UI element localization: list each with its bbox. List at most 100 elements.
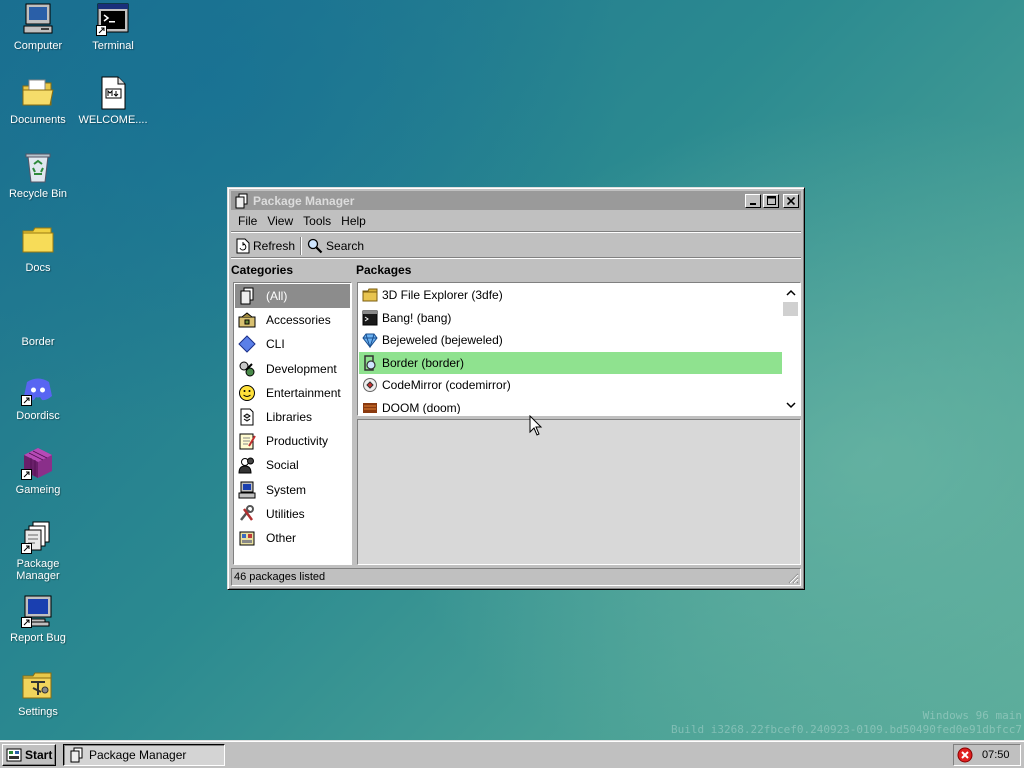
package-item-3dfe[interactable]: 3D File Explorer (3dfe) (359, 284, 782, 307)
all-icon (240, 287, 254, 305)
category-item-accessories[interactable]: Accessories (235, 308, 350, 332)
taskbar-item-package-manager[interactable]: Package Manager (63, 744, 225, 766)
desktop-icon-border[interactable]: Border (0, 298, 76, 348)
minimize-button[interactable] (745, 193, 761, 208)
utilities-icon (240, 504, 254, 521)
terminal-icon (96, 2, 130, 36)
package-label: Bejeweled (bejeweled) (382, 333, 503, 348)
package-item-bang[interactable]: Bang! (bang) (359, 307, 782, 330)
maximize-button[interactable] (763, 193, 779, 208)
package-item-doom[interactable]: DOOM (doom) (359, 397, 782, 414)
build-watermark: Windows 96 main Build i3268.22fbcef0.240… (671, 709, 1022, 737)
monitor-icon (21, 594, 55, 628)
start-button[interactable]: Start (2, 744, 56, 766)
close-icon (787, 196, 795, 205)
menu-view[interactable]: View (262, 214, 298, 228)
category-item-entertainment[interactable]: Entertainment (235, 381, 350, 405)
discord-icon (21, 372, 55, 406)
package-label: CodeMirror (codemirror) (382, 378, 511, 393)
category-item-productivity[interactable]: Productivity (235, 429, 350, 453)
desktop-icon-label: Package Manager (16, 558, 60, 582)
packages-scrollbar[interactable] (782, 284, 799, 414)
desktop-icon-report-bug[interactable]: Report Bug (0, 594, 76, 644)
window-titlebar[interactable]: Package Manager (231, 191, 801, 210)
package-details-panel (357, 419, 801, 565)
desktop-icon-terminal[interactable]: Terminal (75, 2, 151, 52)
codemirror-icon (363, 378, 377, 393)
desktop-icon-package-manager[interactable]: Package Manager (0, 520, 76, 582)
scroll-up-button[interactable] (782, 284, 799, 301)
recycle-bin-icon (21, 150, 55, 184)
package-item-border[interactable]: Border (border) (359, 351, 782, 374)
shortcut-arrow-icon (21, 395, 32, 406)
accessories-icon (238, 312, 256, 328)
clock[interactable]: 07:50 (982, 749, 1010, 761)
terminal-icon (362, 310, 378, 326)
search-label: Search (326, 238, 365, 253)
category-item-social[interactable]: Social (235, 453, 350, 477)
close-button[interactable] (783, 193, 799, 208)
package-item-codemirror[interactable]: CodeMirror (codemirror) (359, 374, 782, 397)
category-item-libraries[interactable]: Libraries (235, 405, 350, 429)
window-title: Package Manager (253, 193, 355, 208)
desktop-icon-gameing[interactable]: Gameing (0, 446, 76, 496)
status-text: 46 packages listed (234, 571, 326, 583)
desktop-icon-computer[interactable]: Computer (0, 2, 76, 52)
desktop-icon-recycle-bin[interactable]: Recycle Bin (0, 150, 76, 200)
menu-file[interactable]: File (233, 214, 262, 228)
packages-list: 3D File Explorer (3dfe) Bang! (bang) Bej… (357, 282, 801, 416)
column-headers: Categories Packages (231, 260, 801, 278)
folder-icon (21, 224, 55, 258)
package-item-bejeweled[interactable]: Bejeweled (bejeweled) (359, 329, 782, 352)
desktop-icon-doordisc[interactable]: Doordisc (0, 372, 76, 422)
shortcut-arrow-icon (21, 469, 32, 480)
desktop-icon-label: Computer (13, 40, 63, 52)
categories-list: (All) Accessories CLI Development Entert… (233, 282, 352, 565)
category-item-all[interactable]: (All) (235, 284, 350, 309)
scroll-thumb[interactable] (783, 302, 798, 316)
productivity-icon (239, 433, 256, 450)
chevron-down-icon (785, 402, 796, 409)
menu-tools[interactable]: Tools (298, 214, 336, 228)
refresh-button[interactable]: Refresh (233, 236, 298, 256)
scroll-down-button[interactable] (782, 397, 799, 414)
libraries-icon (240, 408, 254, 426)
category-label: Social (266, 458, 299, 473)
desktop-icon-welcome[interactable]: WELCOME.... (75, 76, 151, 126)
desktop-icon-label: WELCOME.... (78, 114, 148, 126)
category-item-system[interactable]: System (235, 478, 350, 502)
start-logo-icon (6, 748, 22, 762)
category-item-utilities[interactable]: Utilities (235, 502, 350, 526)
error-icon[interactable] (957, 747, 973, 763)
desktop-icon-docs[interactable]: Docs (0, 224, 76, 274)
border-icon (364, 355, 376, 371)
menu-help[interactable]: Help (336, 214, 371, 228)
category-label: Entertainment (266, 385, 341, 400)
taskbar: Start Package Manager 07:50 (0, 740, 1024, 768)
packages-heading: Packages (356, 263, 412, 277)
desktop-icon-label: Doordisc (16, 410, 60, 422)
category-item-development[interactable]: Development (235, 357, 350, 381)
search-icon (307, 238, 323, 253)
other-icon (239, 531, 255, 546)
desktop-icon-settings[interactable]: Settings (0, 668, 76, 718)
refresh-label: Refresh (253, 238, 296, 253)
taskbar-item-label: Package Manager (89, 748, 187, 762)
category-label: Utilities (266, 506, 305, 521)
menu-bar: File View Tools Help (231, 210, 801, 232)
package-manager-icon (70, 747, 83, 763)
category-item-other[interactable]: Other (235, 526, 350, 550)
category-item-cli[interactable]: CLI (235, 332, 350, 356)
markdown-file-icon (96, 76, 130, 110)
game-cube-icon (21, 446, 55, 480)
maximize-icon (766, 196, 776, 205)
package-manager-window: Package Manager File View Tools Help Ref… (227, 187, 805, 590)
system-icon (238, 481, 256, 499)
categories-heading: Categories (231, 263, 294, 277)
blank-icon (21, 298, 55, 332)
resize-grip-icon[interactable] (787, 572, 799, 584)
cli-diamond-icon (238, 335, 256, 354)
search-button[interactable]: Search (304, 236, 367, 256)
desktop-icon-documents[interactable]: Documents (0, 76, 76, 126)
settings-icon (21, 668, 55, 702)
